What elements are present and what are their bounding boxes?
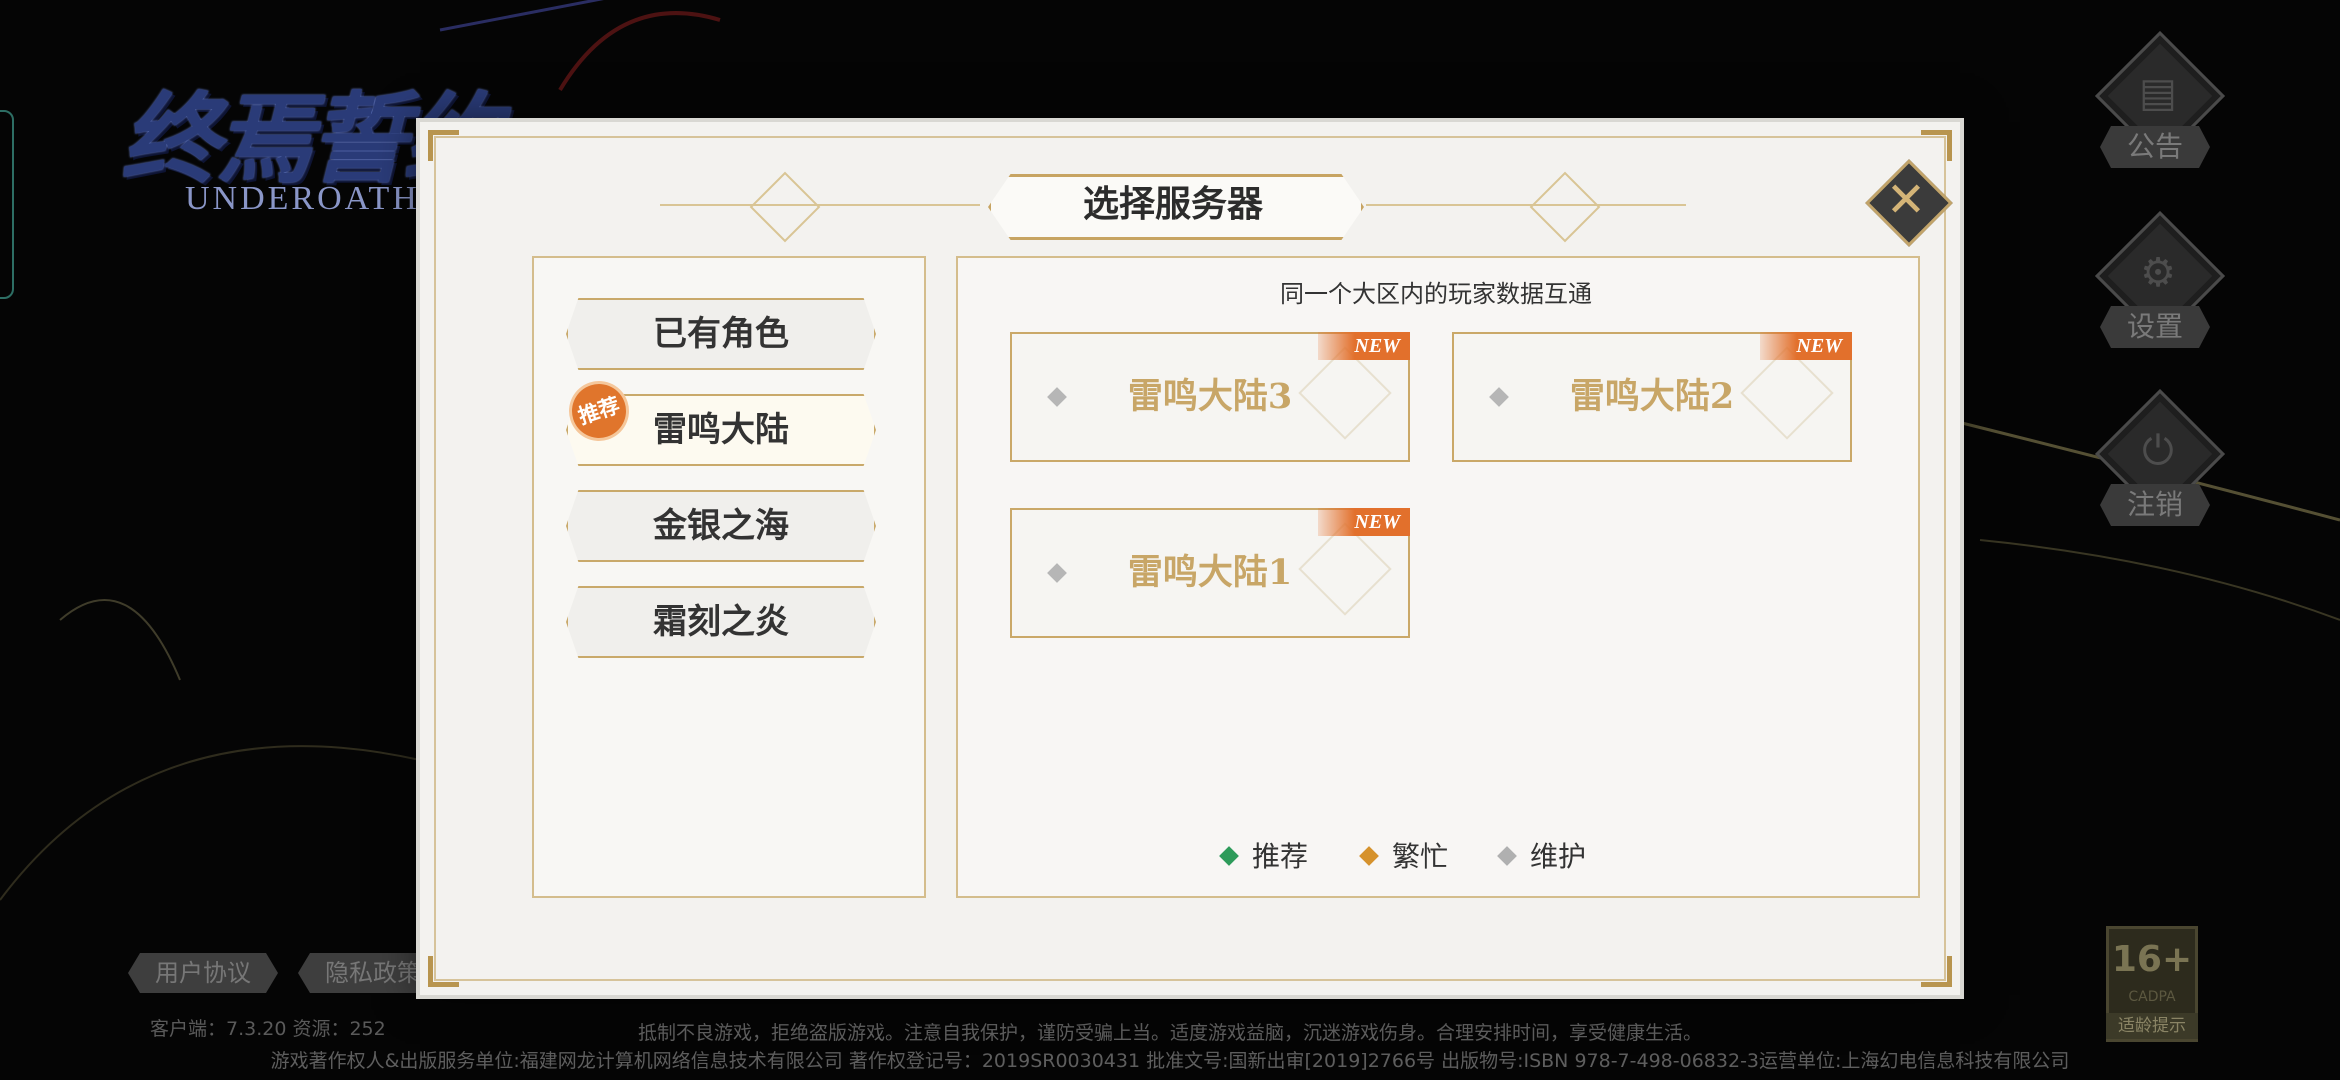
notice-icon: ▤ bbox=[2139, 70, 2177, 116]
settings-button[interactable]: ⚙ 设置 bbox=[2080, 210, 2226, 370]
user-agreement-link[interactable]: 用户协议 bbox=[128, 953, 278, 993]
region-tab-label: 霜刻之炎 bbox=[653, 602, 789, 642]
legend-maintenance: 维护 bbox=[1497, 834, 1587, 880]
region-tab-label: 金银之海 bbox=[653, 506, 789, 546]
legend-recommended: 推荐 bbox=[1219, 834, 1309, 880]
settings-label: 设置 bbox=[2100, 306, 2210, 348]
logo-subtitle: UNDEROATH bbox=[185, 180, 420, 217]
corner-ornament bbox=[1921, 130, 1952, 161]
corner-ornament bbox=[1921, 956, 1952, 987]
region-hint: 同一个大区内的玩家数据互通 bbox=[1280, 280, 1592, 308]
close-icon: ✕ bbox=[1885, 172, 1927, 228]
region-tab-label: 已有角色 bbox=[653, 314, 789, 354]
age-rating-number: 16+ bbox=[2111, 939, 2193, 980]
left-edge-tab bbox=[0, 110, 14, 299]
maintenance-status-icon bbox=[1497, 845, 1517, 866]
server-select-dialog: 选择服务器 ✕ 已有角色 雷鸣大陆 推荐 金银之海 霜刻之炎 同一个大区内的玩家… bbox=[420, 122, 1960, 995]
new-tag: NEW bbox=[1318, 332, 1410, 360]
close-button[interactable]: ✕ bbox=[1865, 159, 1953, 247]
dialog-title: 选择服务器 bbox=[1082, 183, 1263, 225]
corner-ornament bbox=[428, 956, 459, 987]
copyright-notice: 游戏著作权人&出版服务单位:福建网龙计算机网络信息技术有限公司 著作权登记号：2… bbox=[270, 1050, 2070, 1072]
legend-label: 繁忙 bbox=[1392, 840, 1449, 873]
legend-label: 推荐 bbox=[1252, 840, 1309, 873]
legend-busy: 繁忙 bbox=[1359, 834, 1449, 880]
region-list: 已有角色 雷鸣大陆 推荐 金银之海 霜刻之炎 bbox=[532, 256, 926, 898]
recommended-status-icon bbox=[1219, 845, 1239, 866]
new-tag: NEW bbox=[1760, 332, 1852, 360]
power-icon: ⏻ bbox=[2142, 428, 2174, 474]
gear-icon: ⚙ bbox=[2140, 250, 2176, 296]
age-rating-brand: CADPA bbox=[2128, 989, 2176, 1005]
notice-label: 公告 bbox=[2100, 126, 2210, 168]
corner-ornament bbox=[428, 130, 459, 161]
legend-label: 维护 bbox=[1530, 840, 1587, 873]
notice-button[interactable]: ▤ 公告 bbox=[2080, 30, 2226, 190]
logout-button[interactable]: ⏻ 注销 bbox=[2080, 388, 2226, 548]
logout-label: 注销 bbox=[2100, 484, 2210, 526]
new-tag: NEW bbox=[1318, 508, 1410, 536]
busy-status-icon bbox=[1359, 845, 1379, 866]
health-notice: 抵制不良游戏，拒绝盗版游戏。注意自我保护，谨防受骗上当。适度游戏益脑，沉迷游戏伤… bbox=[637, 1022, 1702, 1044]
title-deco-line bbox=[1366, 204, 1686, 206]
